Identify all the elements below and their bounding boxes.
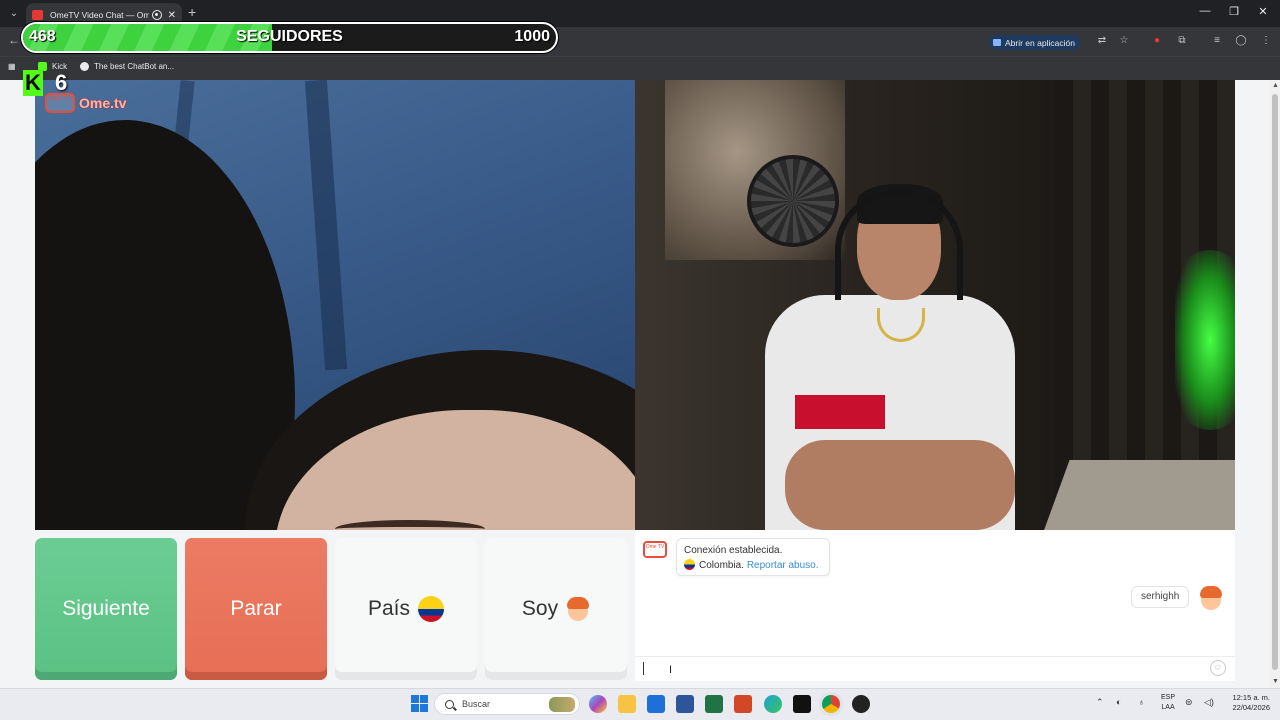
extensions-icon[interactable]: ⧉ bbox=[1175, 34, 1189, 48]
store-icon[interactable] bbox=[647, 695, 665, 713]
file-explorer-icon[interactable] bbox=[618, 695, 636, 713]
open-in-app-button[interactable]: Abrir en aplicación bbox=[989, 35, 1080, 50]
windows-taskbar bbox=[0, 688, 1280, 720]
followers-label: SEGUIDORES bbox=[236, 28, 343, 45]
video-scene-shape bbox=[1040, 460, 1235, 530]
tab-title: OmeTV Video Chat — Ome bbox=[50, 10, 149, 20]
window-close-icon[interactable]: ✕ bbox=[1254, 5, 1272, 18]
word-icon[interactable] bbox=[676, 695, 694, 713]
video-scene-shape bbox=[835, 190, 963, 300]
new-tab-icon[interactable]: + bbox=[188, 4, 196, 20]
chrome-icon[interactable] bbox=[822, 695, 840, 713]
search-icon bbox=[445, 699, 454, 709]
translate-icon[interactable]: ⇄ bbox=[1095, 34, 1109, 48]
video-scene-shape bbox=[795, 395, 885, 429]
minimize-icon[interactable]: — bbox=[1196, 5, 1214, 17]
kick-viewer-count: 6 bbox=[55, 70, 68, 95]
tab-close-icon[interactable]: ✕ bbox=[168, 10, 176, 21]
mouse-ibeam-cursor-icon: I bbox=[669, 664, 673, 676]
country-button[interactable]: País bbox=[335, 538, 477, 680]
copilot-icon[interactable] bbox=[589, 695, 607, 713]
ometv-system-icon: Ome TV bbox=[643, 541, 667, 558]
microphone-icon[interactable]: ♁ bbox=[1138, 697, 1145, 707]
layout-code: LAA bbox=[1161, 704, 1175, 711]
gender-button[interactable]: Soy bbox=[485, 538, 627, 680]
apps-grid-icon[interactable]: ▦ bbox=[8, 62, 16, 71]
partner-country-line: Colombia. Reportar abuso. bbox=[684, 558, 822, 573]
edge-icon[interactable] bbox=[764, 695, 782, 713]
video-scene-shape bbox=[35, 120, 295, 530]
bookmarks-bar: ▦ Kick The best ChatBot an... bbox=[0, 56, 1280, 80]
tray-overflow-icon[interactable]: ⌃ bbox=[1096, 697, 1104, 708]
chat-message: serhighh bbox=[1131, 586, 1190, 608]
report-abuse-link[interactable]: Reportar abuso. bbox=[747, 560, 819, 571]
windows-start-icon[interactable] bbox=[411, 695, 429, 713]
obs-icon[interactable] bbox=[793, 695, 811, 713]
profile-icon[interactable]: ◯ bbox=[1234, 34, 1248, 48]
partner-country: Colombia. bbox=[699, 560, 745, 571]
video-scene-shape bbox=[785, 440, 1015, 530]
boy-avatar-icon bbox=[566, 596, 590, 622]
stop-button[interactable]: Parar bbox=[185, 538, 327, 680]
country-button-label: País bbox=[367, 597, 411, 620]
scroll-down-icon[interactable]: ▼ bbox=[1272, 678, 1279, 685]
ometv-logo: Ome TV Ome.tv bbox=[45, 93, 126, 113]
obs-record-icon[interactable] bbox=[852, 695, 870, 713]
bookmark-chatbot[interactable]: The best ChatBot an... bbox=[80, 62, 174, 71]
ometv-tv-icon: Ome TV bbox=[45, 93, 75, 113]
stop-button-label: Parar bbox=[230, 597, 282, 620]
search-highlight-icon bbox=[549, 697, 575, 712]
video-scene-shape bbox=[1175, 250, 1235, 430]
scroll-up-icon[interactable]: ▲ bbox=[1272, 82, 1279, 89]
media-control-icon[interactable]: ≡ bbox=[1210, 34, 1224, 48]
taskbar-clock[interactable]: 12:15 a. m. 22/04/2026 bbox=[1224, 693, 1270, 713]
menu-kebab-icon[interactable]: ⋮ bbox=[1259, 34, 1273, 48]
followers-goal-bar: 468 SEGUIDORES 1000 bbox=[21, 22, 558, 53]
language-code: ESP bbox=[1161, 694, 1176, 701]
taskbar-search[interactable]: Buscar bbox=[434, 693, 580, 715]
ometv-logo-text: Ome.tv bbox=[79, 95, 127, 111]
system-message: Conexión establecida. Colombia. Reportar… bbox=[676, 538, 830, 576]
text-caret bbox=[643, 662, 644, 675]
next-button-label: Siguiente bbox=[62, 597, 150, 620]
open-in-app-label: Abrir en aplicación bbox=[1005, 37, 1075, 48]
kick-logo-icon: K bbox=[23, 70, 43, 96]
chatbot-favicon-icon bbox=[80, 62, 89, 71]
app-window-icon bbox=[993, 39, 1001, 46]
video-scene-shape bbox=[747, 155, 839, 247]
user-avatar-icon bbox=[1199, 585, 1223, 611]
volume-icon[interactable]: ◁) bbox=[1204, 697, 1214, 708]
bookmark-label: The best ChatBot an... bbox=[94, 62, 175, 71]
recording-icon bbox=[151, 10, 162, 20]
clock-date: 22/04/2026 bbox=[1232, 703, 1270, 712]
bookmark-star-icon[interactable]: ☆ bbox=[1117, 34, 1131, 48]
keyboard-language[interactable]: ESP LAA bbox=[1161, 693, 1175, 713]
colombia-flag-icon bbox=[684, 559, 695, 570]
stranger-video bbox=[35, 80, 635, 530]
adblock-icon[interactable]: ● bbox=[1150, 34, 1164, 48]
ometv-favicon-icon bbox=[32, 10, 43, 20]
tray-app-icon[interactable]: ◐ bbox=[1116, 697, 1121, 707]
chat-input[interactable] bbox=[635, 656, 1235, 681]
followers-goal: 1000 bbox=[514, 28, 550, 45]
maximize-icon[interactable]: ❐ bbox=[1225, 5, 1243, 18]
tab-search-chevron-icon[interactable]: ⌄ bbox=[5, 5, 23, 23]
scrollbar-thumb[interactable] bbox=[1272, 94, 1278, 670]
clock-time: 12:15 a. m. bbox=[1232, 693, 1270, 702]
taskbar-search-placeholder: Buscar bbox=[462, 699, 491, 709]
gender-button-label: Soy bbox=[521, 597, 559, 620]
network-icon[interactable]: ⊜ bbox=[1185, 697, 1193, 708]
back-icon[interactable]: ← bbox=[8, 33, 20, 47]
video-scene-shape bbox=[304, 80, 348, 371]
emoji-icon[interactable]: ☺ bbox=[1210, 660, 1226, 676]
connection-status: Conexión establecida. bbox=[684, 545, 783, 556]
colombia-flag-icon bbox=[418, 596, 445, 622]
next-button[interactable]: Siguiente bbox=[35, 538, 177, 680]
excel-icon[interactable] bbox=[705, 695, 723, 713]
powerpoint-icon[interactable] bbox=[734, 695, 752, 713]
self-video bbox=[635, 80, 1235, 530]
